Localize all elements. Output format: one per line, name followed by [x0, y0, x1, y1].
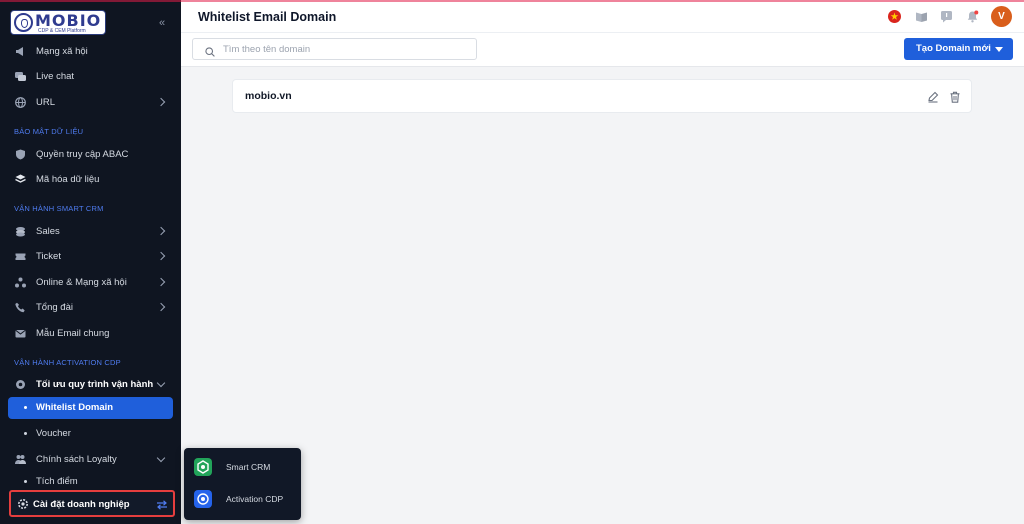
- trash-icon[interactable]: [949, 90, 961, 103]
- sidebar-item-ticket[interactable]: Ticket: [0, 246, 181, 266]
- top-accent-line: [0, 0, 1024, 2]
- sidebar-subitem-whitelist-domain[interactable]: Whitelist Domain: [8, 397, 173, 419]
- sidebar-subitem-label: Whitelist Domain: [36, 402, 114, 413]
- app-switcher-popup: Smart CRM Activation CDP: [184, 448, 301, 520]
- switcher-item-label: Activation CDP: [226, 494, 284, 504]
- sidebar-item-social[interactable]: Mạng xã hội: [0, 41, 181, 61]
- sidebar-item-label: Mạng xã hội: [36, 45, 88, 57]
- sidebar-item-label: Chính sách Loyalty: [36, 453, 117, 465]
- chevron-right-icon: [156, 226, 166, 236]
- sidebar-subitem-label: Tích điểm: [36, 475, 78, 487]
- sidebar-item-optimize-process[interactable]: Tối ưu quy trình vận hành: [0, 374, 181, 394]
- logo[interactable]: MOBIO CDP & CEM Platform: [10, 10, 106, 35]
- bell-icon[interactable]: [966, 10, 979, 23]
- globe-icon: [15, 96, 26, 108]
- enterprise-settings-button[interactable]: Cài đặt doanh nghiệp: [9, 490, 175, 517]
- users-icon: [15, 454, 26, 465]
- sidebar-item-encryption[interactable]: Mã hóa dữ liệu: [0, 169, 181, 189]
- switcher-item-activation-cdp[interactable]: Activation CDP: [184, 485, 301, 513]
- shield-icon: [15, 149, 26, 160]
- bullet: [24, 479, 27, 483]
- sidebar-item-abac[interactable]: Quyền truy cập ABAC: [0, 144, 181, 164]
- enterprise-settings-label: Cài đặt doanh nghiệp: [33, 499, 130, 510]
- phone-icon: [15, 302, 26, 313]
- sidebar-item-live-chat[interactable]: Live chat: [0, 66, 181, 86]
- avatar[interactable]: V: [991, 6, 1012, 27]
- flag-vietnam-icon[interactable]: [888, 10, 901, 23]
- sidebar-subitem-points[interactable]: Tích điểm: [0, 471, 181, 491]
- gear-icon: [15, 379, 26, 390]
- sidebar-item-label: Tổng đài: [36, 301, 73, 313]
- sidebar-item-label: Live chat: [36, 70, 75, 82]
- switch-arrows-icon[interactable]: [156, 500, 168, 510]
- chevron-down-icon: [156, 453, 166, 462]
- switcher-item-label: Smart CRM: [226, 462, 271, 472]
- switcher-item-smart-crm[interactable]: Smart CRM: [184, 453, 301, 481]
- coins-icon: [15, 226, 26, 237]
- bullet: [24, 431, 27, 435]
- sidebar-item-label: Quyền truy cập ABAC: [36, 148, 129, 160]
- chevron-right-icon: [156, 97, 166, 107]
- logo-mark-icon: [14, 13, 33, 32]
- section-activation-cdp: VẬN HÀNH ACTIVATION CDP: [14, 358, 121, 367]
- search-icon: [205, 44, 215, 57]
- book-icon[interactable]: [915, 10, 928, 23]
- sidebar-item-loyalty[interactable]: Chính sách Loyalty: [0, 449, 181, 469]
- caret-down-icon[interactable]: [995, 47, 1003, 52]
- collapse-sidebar-icon[interactable]: «: [159, 17, 165, 29]
- sidebar-item-label: Online & Mạng xã hội: [36, 276, 127, 288]
- logo-subtitle: CDP & CEM Platform: [38, 28, 86, 34]
- sidebar-item-label: Mã hóa dữ liệu: [36, 173, 100, 185]
- sidebar-subitem-label: Voucher: [36, 427, 71, 439]
- feedback-icon[interactable]: [940, 10, 953, 23]
- header: Whitelist Email Domain V: [181, 0, 1024, 33]
- search-box: [192, 38, 477, 60]
- domain-list-item: mobio.vn: [232, 79, 972, 113]
- smart-crm-icon: [194, 458, 212, 476]
- sidebar-item-label: Sales: [36, 225, 60, 237]
- chat-icon: [15, 71, 26, 82]
- create-domain-button[interactable]: Tạo Domain mới: [904, 38, 1013, 60]
- settings-gear-icon: [18, 499, 28, 509]
- sidebar-item-sales[interactable]: Sales: [0, 221, 181, 241]
- sidebar-item-label: Tối ưu quy trình vận hành: [36, 378, 154, 390]
- sidebar-item-call-center[interactable]: Tổng đài: [0, 297, 181, 317]
- activation-cdp-icon: [194, 490, 212, 508]
- sidebar-item-online-social[interactable]: Online & Mạng xã hội: [0, 272, 181, 292]
- sidebar-item-label: Mẫu Email chung: [36, 327, 110, 339]
- layers-icon: [15, 174, 26, 185]
- bullet: [24, 406, 27, 409]
- sidebar: MOBIO CDP & CEM Platform « Mạng xã hội L…: [0, 0, 181, 524]
- section-security: BẢO MẬT DỮ LIỆU: [14, 127, 84, 136]
- search-input[interactable]: [223, 42, 463, 57]
- sidebar-subitem-voucher[interactable]: Voucher: [0, 423, 181, 443]
- chevron-down-icon: [156, 378, 166, 387]
- sidebar-item-url[interactable]: URL: [0, 92, 181, 112]
- create-domain-label: Tạo Domain mới: [916, 43, 991, 54]
- sidebar-item-label: Ticket: [36, 250, 61, 262]
- chevron-right-icon: [156, 251, 166, 261]
- ticket-icon: [15, 251, 26, 262]
- chevron-right-icon: [156, 277, 166, 287]
- page-title: Whitelist Email Domain: [198, 10, 337, 24]
- network-icon: [15, 277, 26, 288]
- sidebar-item-label: URL: [36, 96, 56, 108]
- section-smart-crm: VẬN HÀNH SMART CRM: [14, 204, 104, 213]
- megaphone-icon: [15, 46, 26, 57]
- chevron-right-icon: [156, 302, 166, 312]
- edit-icon[interactable]: [927, 90, 939, 103]
- mail-icon: [15, 328, 26, 339]
- toolbar: Tạo Domain mới: [181, 33, 1024, 67]
- domain-name: mobio.vn: [245, 90, 292, 102]
- sidebar-item-email-template[interactable]: Mẫu Email chung: [0, 323, 181, 343]
